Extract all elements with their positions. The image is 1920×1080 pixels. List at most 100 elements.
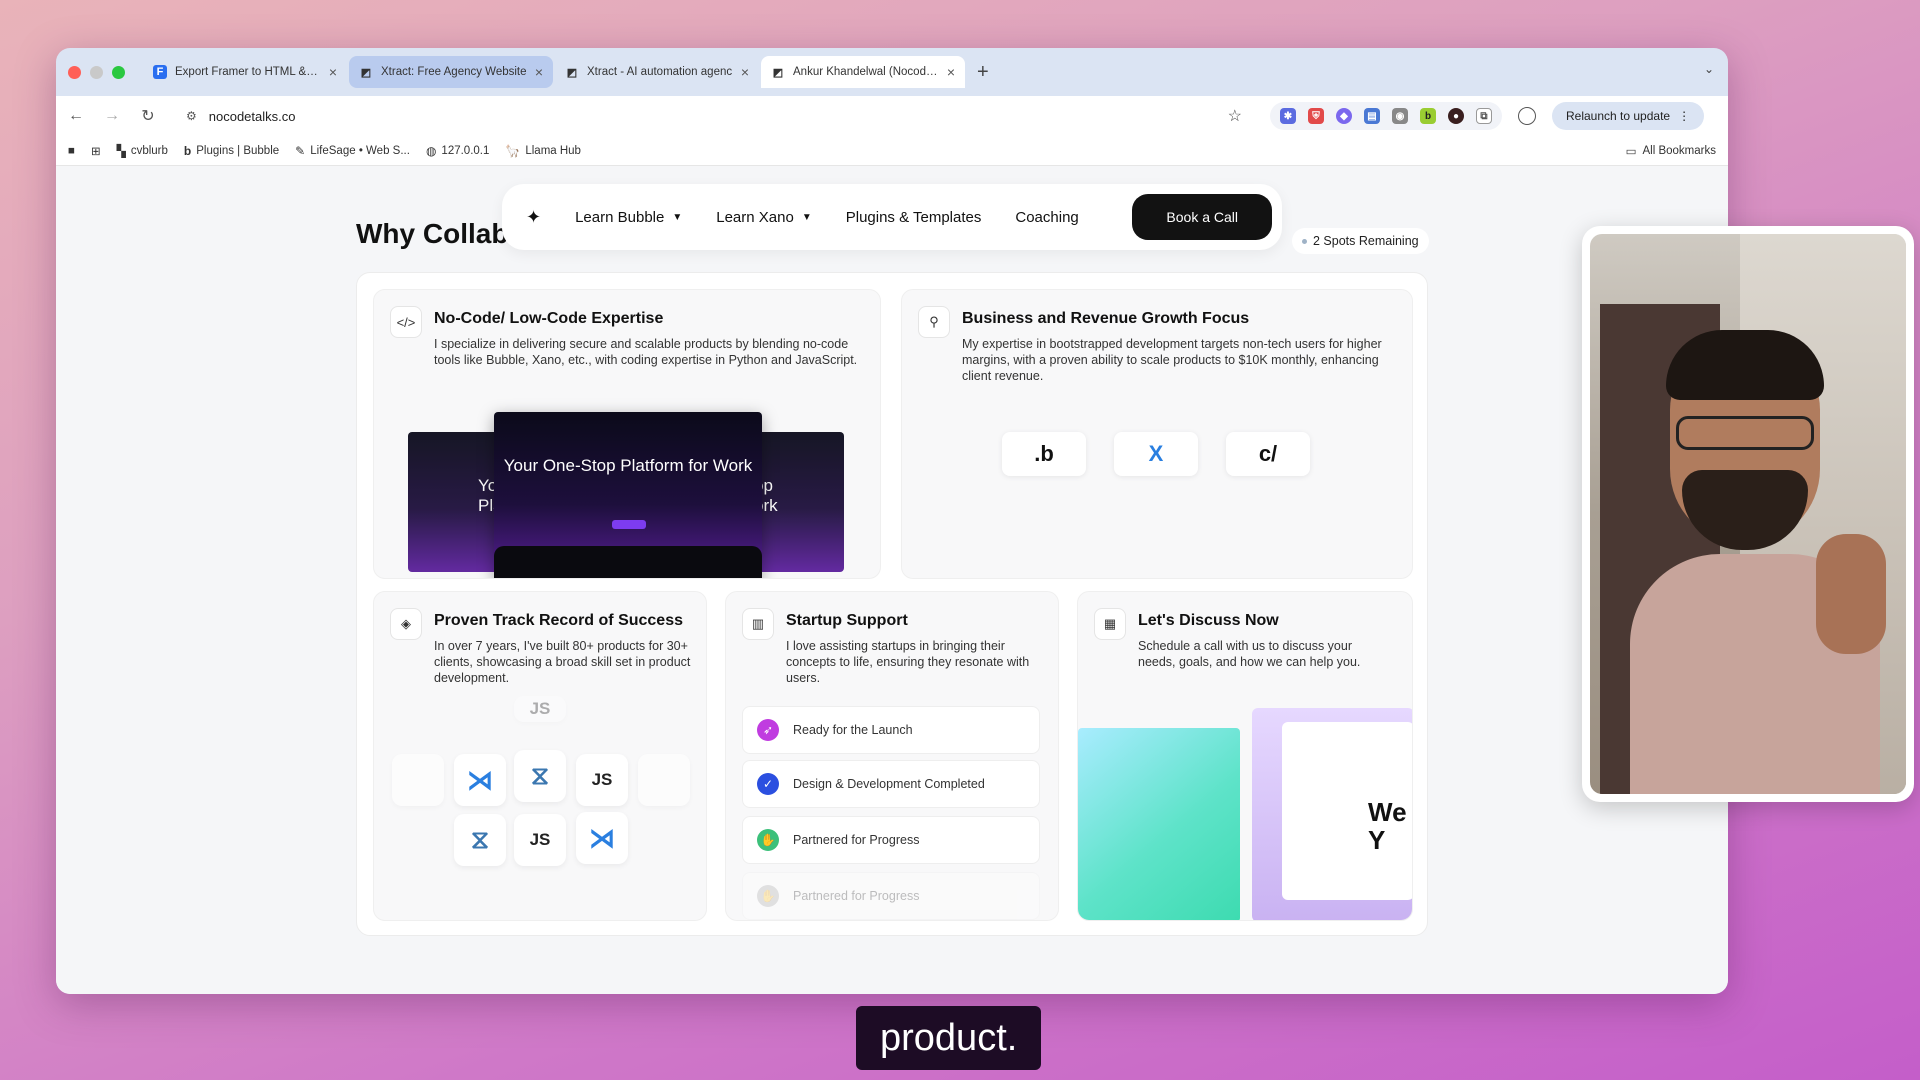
python-icon: ⧖ <box>514 750 566 802</box>
card-description: I love assisting startups in bringing th… <box>786 639 1030 685</box>
xtract-icon: ◩ <box>772 66 784 79</box>
mockup-cta-button <box>612 520 646 529</box>
tab-title: Xtract: Free Agency Website <box>381 66 527 78</box>
bubble-logo-tile: .b <box>1002 432 1086 476</box>
bookmark-llama-hub[interactable]: 🦙 Llama Hub <box>505 144 581 158</box>
features-grid: </> No-Code/ Low-Code Expertise I specia… <box>356 272 1428 936</box>
spots-remaining-badge: 2 Spots Remaining <box>1292 228 1429 254</box>
nav-label: Plugins & Templates <box>845 208 982 226</box>
card-title: Let's Discuss Now <box>1138 612 1279 629</box>
close-tab-icon[interactable]: × <box>535 64 543 80</box>
nav-coaching[interactable]: Coaching <box>1015 209 1078 226</box>
bookmark-localhost[interactable]: ◍ 127.0.0.1 <box>426 144 489 158</box>
tab-2[interactable]: ◩ Xtract: Free Agency Website × <box>349 56 553 88</box>
all-bookmarks-button[interactable]: ▭ All Bookmarks <box>1626 144 1716 158</box>
bookmark-lifesage[interactable]: ✎ LifeSage • Web S... <box>295 144 410 158</box>
globe-icon: ◍ <box>425 143 437 158</box>
presenter-hair <box>1666 330 1824 400</box>
bookmark-label: 127.0.0.1 <box>441 144 490 157</box>
close-tab-icon[interactable]: × <box>329 64 337 80</box>
javascript-icon-faded: JS <box>514 696 566 722</box>
javascript-icon: JS <box>514 814 566 866</box>
url-text[interactable]: nocodetalks.co <box>209 109 296 124</box>
webcam-video <box>1590 234 1906 794</box>
more-menu-icon[interactable]: ⋮ <box>1678 109 1690 123</box>
window-controls <box>68 65 125 79</box>
extension-icon[interactable]: ✱ <box>1280 108 1296 124</box>
camera-extension-icon[interactable]: ◉ <box>1392 108 1408 124</box>
webcam-overlay <box>1582 226 1914 802</box>
back-icon[interactable]: ← <box>66 107 86 125</box>
card-title: Proven Track Record of Success <box>434 612 683 629</box>
status-row-partnered-faded: ✋ Partnered for Progress <box>742 872 1040 920</box>
nav-label: Learn Xano <box>716 208 794 226</box>
calendar-icon: ▦ <box>1094 608 1126 640</box>
nav-learn-xano[interactable]: Learn Xano ▼ <box>716 209 811 226</box>
python-icon: ⧖ <box>454 814 506 866</box>
status-row-launch: ➶ Ready for the Launch <box>742 706 1040 754</box>
profile-avatar-icon[interactable] <box>1518 107 1536 125</box>
nav-plugins-templates[interactable]: Plugins & Templates <box>846 209 982 226</box>
tab-3[interactable]: ◩ Xtract - AI automation agenc × <box>555 56 759 88</box>
extensions-bar: ✱ ⛨ ◆ ▤ ◉ b ● ⧉ <box>1270 102 1502 130</box>
video-caption: product. <box>856 1006 1042 1070</box>
chevron-down-icon: ▼ <box>801 211 812 223</box>
browser-window: F Export Framer to HTML & Co × ◩ Xtract:… <box>56 48 1728 994</box>
vscode-icon: ⋊ <box>576 812 628 864</box>
status-label: Partnered for Progress <box>793 833 920 847</box>
apps-grid-icon[interactable]: ⊞ <box>91 144 101 158</box>
minimize-window-button[interactable] <box>90 65 103 79</box>
new-tab-button[interactable]: + <box>977 61 989 84</box>
bookmarks-bar: ■ ⊞ ▚ cvblurb b Plugins | Bubble ✎ LifeSage… <box>56 136 1728 166</box>
address-bar[interactable]: ⚙ nocodetalks.co ☆ <box>174 101 1254 131</box>
relaunch-button[interactable]: Relaunch to update ⋮ <box>1552 102 1705 130</box>
website-mockup-right: op ork <box>754 432 844 572</box>
status-row-partnered: ✋ Partnered for Progress <box>742 816 1040 864</box>
close-window-button[interactable] <box>68 65 81 79</box>
bookmark-cvblurb[interactable]: ▚ cvblurb <box>117 144 168 158</box>
xtract-icon: ◩ <box>360 66 372 79</box>
drop-extension-icon[interactable]: ◆ <box>1336 108 1352 124</box>
bookmark-plugins-bubble[interactable]: b Plugins | Bubble <box>184 144 279 158</box>
book-a-call-button[interactable]: Book a Call <box>1132 194 1272 240</box>
spots-label: 2 Spots Remaining <box>1313 234 1419 248</box>
tab-title: Export Framer to HTML & Co <box>175 66 321 78</box>
tab-title: Xtract - AI automation agenc <box>587 66 733 78</box>
bubble-icon: b <box>183 143 192 158</box>
vscode-icon: ⋊ <box>454 754 506 806</box>
reload-icon[interactable]: ↻ <box>138 106 158 126</box>
xano-logo-tile: X <box>1114 432 1198 476</box>
status-dot-icon <box>1302 238 1307 244</box>
nav-label: Coaching <box>1015 208 1079 226</box>
bookmark-star-icon[interactable]: ☆ <box>1228 106 1242 126</box>
card-nocode-expertise: </> No-Code/ Low-Code Expertise I specia… <box>373 289 881 579</box>
nav-label: Learn Bubble <box>575 208 665 226</box>
tab-4-active[interactable]: ◩ Ankur Khandelwal (Nocodeta × <box>761 56 965 88</box>
forward-icon[interactable]: → <box>102 107 122 125</box>
bubble-extension-icon[interactable]: b <box>1420 108 1436 124</box>
site-info-icon[interactable]: ⚙ <box>186 109 197 123</box>
puzzle-extensions-icon[interactable]: ⧉ <box>1476 108 1492 124</box>
site-navbar: ✦ Learn Bubble ▼ Learn Xano ▼ Plugins & Te… <box>502 184 1282 250</box>
layers-icon: ◈ <box>390 608 422 640</box>
card-header: ⚲ Business and Revenue Growth Focus <box>918 306 1249 338</box>
shield-extension-icon[interactable]: ⛨ <box>1308 108 1324 124</box>
tab-search-chevron-icon[interactable]: ⌄ <box>1704 62 1714 76</box>
presenter-glasses <box>1676 416 1814 450</box>
status-label: Design & Development Completed <box>793 777 985 791</box>
growth-person-icon: ⚲ <box>918 306 950 338</box>
close-tab-icon[interactable]: × <box>741 64 749 80</box>
bookmark-label: Plugins | Bubble <box>196 144 280 157</box>
card-lets-discuss: ▦ Let's Discuss Now Schedule a call with… <box>1077 591 1413 921</box>
sparkle-logo-icon[interactable]: ✦ <box>526 207 541 228</box>
close-tab-icon[interactable]: × <box>947 64 955 80</box>
building-icon: ▥ <box>742 608 774 640</box>
nav-learn-bubble[interactable]: Learn Bubble ▼ <box>575 209 682 226</box>
tab-1[interactable]: F Export Framer to HTML & Co × <box>143 56 347 88</box>
code-icon: </> <box>390 306 422 338</box>
sidebar-toggle-icon[interactable]: ■ <box>68 145 75 157</box>
circle-extension-icon[interactable]: ● <box>1448 108 1464 124</box>
relaunch-label: Relaunch to update <box>1566 109 1671 123</box>
maximize-window-button[interactable] <box>112 65 125 79</box>
document-extension-icon[interactable]: ▤ <box>1364 108 1380 124</box>
